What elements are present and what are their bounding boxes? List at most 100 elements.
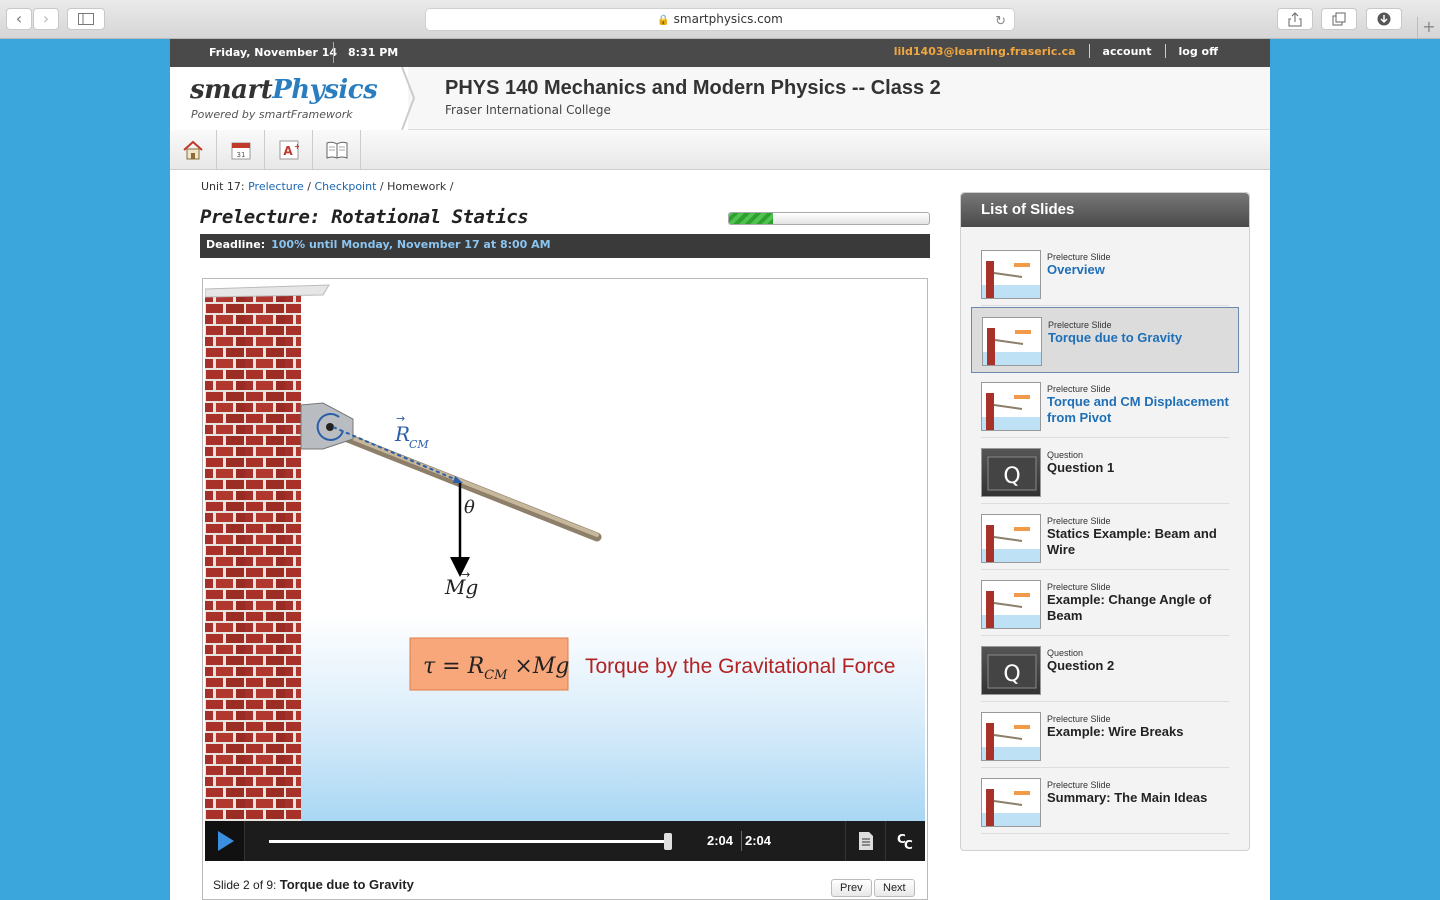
- slide-name[interactable]: Question 1: [1047, 460, 1231, 476]
- slide-kind: Prelecture Slide: [1047, 582, 1111, 592]
- seek-bar[interactable]: [269, 840, 669, 843]
- svg-text:Q: Q: [1003, 464, 1020, 489]
- address-bar[interactable]: 🔒 smartphysics.com ↻: [425, 8, 1015, 31]
- reload-icon[interactable]: ↻: [995, 11, 1006, 32]
- slide-thumbnail[interactable]: [981, 382, 1041, 431]
- textbook-button[interactable]: [314, 130, 361, 169]
- slide-thumbnail[interactable]: [982, 317, 1042, 366]
- current-slide-name: Torque due to Gravity: [279, 877, 414, 892]
- download-icon: [1377, 12, 1391, 26]
- chevron-left-icon: ‹: [15, 9, 23, 28]
- slide-list-item[interactable]: Prelecture Slide Overview: [981, 240, 1229, 306]
- breadcrumb-prelecture[interactable]: Prelecture: [248, 180, 304, 193]
- user-links: lild1403@learning.fraseric.ca account lo…: [894, 44, 1218, 58]
- slide-thumbnail[interactable]: [981, 778, 1041, 827]
- next-button[interactable]: Next: [874, 879, 915, 897]
- slide-name[interactable]: Torque due to Gravity: [1048, 330, 1232, 346]
- deadline-bar: Deadline: 100% until Monday, November 17 …: [200, 234, 930, 258]
- slide-list-item[interactable]: Prelecture Slide Torque due to Gravity: [971, 307, 1239, 373]
- svg-text:→: →: [396, 412, 405, 425]
- grades-button[interactable]: A +: [266, 130, 313, 169]
- user-email: lild1403@learning.fraseric.ca: [893, 44, 1076, 58]
- slide-preview-icon: [982, 713, 1040, 760]
- downloads-button[interactable]: [1366, 8, 1402, 30]
- slide-name[interactable]: Overview: [1047, 262, 1231, 278]
- slide-list-panel: List of Slides Prelecture Slide Overview P…: [960, 192, 1250, 851]
- sidebar-toggle-button[interactable]: [67, 8, 105, 30]
- svg-text:+: +: [294, 142, 299, 151]
- smartphysics-logo[interactable]: smartPhysics: [190, 75, 378, 105]
- page-container: Friday, November 14 8:31 PM lild1403@lea…: [170, 39, 1270, 900]
- breadcrumb-homework: Homework: [387, 180, 447, 193]
- breadcrumb-checkpoint[interactable]: Checkpoint: [315, 180, 377, 193]
- new-tab-button[interactable]: +: [1417, 17, 1440, 39]
- forward-button[interactable]: ›: [33, 8, 59, 30]
- slide-list-item[interactable]: Prelecture Slide Summary: The Main Ideas: [981, 768, 1229, 834]
- captions-icon: CC: [897, 832, 913, 851]
- slide-name[interactable]: Example: Change Angle of Beam: [1047, 592, 1231, 624]
- slide-list-item[interactable]: Prelecture Slide Torque and CM Displaceme…: [981, 372, 1229, 438]
- svg-text:31: 31: [237, 151, 246, 159]
- slide-kind: Prelecture Slide: [1047, 780, 1111, 790]
- slide-list-item[interactable]: Q Question Question 1: [981, 438, 1229, 504]
- rcm-label: R: [394, 422, 410, 446]
- slide-name[interactable]: Torque and CM Displacement from Pivot: [1047, 394, 1231, 426]
- svg-text:C: C: [904, 838, 913, 851]
- question-icon: Q: [987, 654, 1037, 689]
- breadcrumb: Unit 17: Prelecture / Checkpoint / Homew…: [201, 180, 454, 193]
- prev-button[interactable]: Prev: [831, 879, 872, 897]
- calendar-button[interactable]: 31: [218, 130, 265, 169]
- total-time: 2:04: [745, 833, 772, 848]
- current-date: Friday, November 14: [209, 46, 338, 59]
- slide-list-item[interactable]: Prelecture Slide Example: Wire Breaks: [981, 702, 1229, 768]
- progress-bar: [728, 212, 930, 225]
- back-button[interactable]: ‹: [6, 8, 32, 30]
- wall-cap: [205, 284, 330, 298]
- deadline-label: Deadline:: [206, 238, 266, 251]
- slide-preview-icon: [982, 779, 1040, 826]
- slide-thumbnail[interactable]: [981, 712, 1041, 761]
- slide-caption: Torque by the Gravitational Force: [585, 655, 896, 678]
- slide-name[interactable]: Statics Example: Beam and Wire: [1047, 526, 1231, 558]
- course-toolbar: 31 A +: [170, 130, 1270, 170]
- header-divider: [401, 67, 416, 130]
- user-bar: Friday, November 14 8:31 PM lild1403@lea…: [170, 39, 1270, 67]
- slide-kind: Prelecture Slide: [1047, 384, 1111, 394]
- question-thumbnail[interactable]: Q: [981, 646, 1041, 695]
- document-icon: [858, 832, 873, 850]
- course-title: PHYS 140 Mechanics and Modern Physics --…: [445, 77, 941, 99]
- slide-thumbnail[interactable]: [981, 250, 1041, 299]
- calendar-icon: 31: [231, 142, 251, 159]
- play-button[interactable]: [205, 821, 245, 861]
- slide-name[interactable]: Summary: The Main Ideas: [1047, 790, 1231, 806]
- account-link[interactable]: account: [1103, 45, 1152, 58]
- slide-kind: Prelecture Slide: [1047, 714, 1111, 724]
- slide-figure: R CM → θ Mg → τ = RCM ×Mg: [205, 284, 602, 821]
- home-button[interactable]: [170, 130, 217, 169]
- book-icon: [326, 141, 348, 159]
- slide-preview-icon: [982, 383, 1040, 430]
- slide-canvas: R CM → θ Mg → τ = RCM ×Mg Torque by the …: [205, 281, 925, 821]
- question-thumbnail[interactable]: Q: [981, 448, 1041, 497]
- logoff-link[interactable]: log off: [1179, 45, 1219, 58]
- slide-list-item[interactable]: Q Question Question 2: [981, 636, 1229, 702]
- transcript-button[interactable]: [845, 821, 885, 861]
- slide-list-title: List of Slides: [961, 193, 1249, 227]
- slide-list-item[interactable]: Prelecture Slide Example: Change Angle of…: [981, 570, 1229, 636]
- slide-thumbnail[interactable]: [981, 580, 1041, 629]
- grades-icon: A +: [279, 140, 299, 159]
- tabs-button[interactable]: [1321, 8, 1357, 30]
- slide-preview-icon: [983, 318, 1041, 365]
- captions-button[interactable]: CC: [885, 821, 925, 861]
- slide-thumbnail[interactable]: [981, 514, 1041, 563]
- slide-name[interactable]: Example: Wire Breaks: [1047, 724, 1231, 740]
- seek-handle[interactable]: [664, 833, 672, 850]
- progress-fill: [729, 213, 773, 224]
- share-icon: [1288, 12, 1302, 27]
- slide-list-item[interactable]: Prelecture Slide Statics Example: Beam an…: [981, 504, 1229, 570]
- slide-name[interactable]: Question 2: [1047, 658, 1231, 674]
- question-icon: Q: [987, 456, 1037, 491]
- share-button[interactable]: [1277, 8, 1313, 30]
- divider: [1088, 44, 1090, 58]
- player-controls: 2:04 2:04 CC: [205, 821, 925, 861]
